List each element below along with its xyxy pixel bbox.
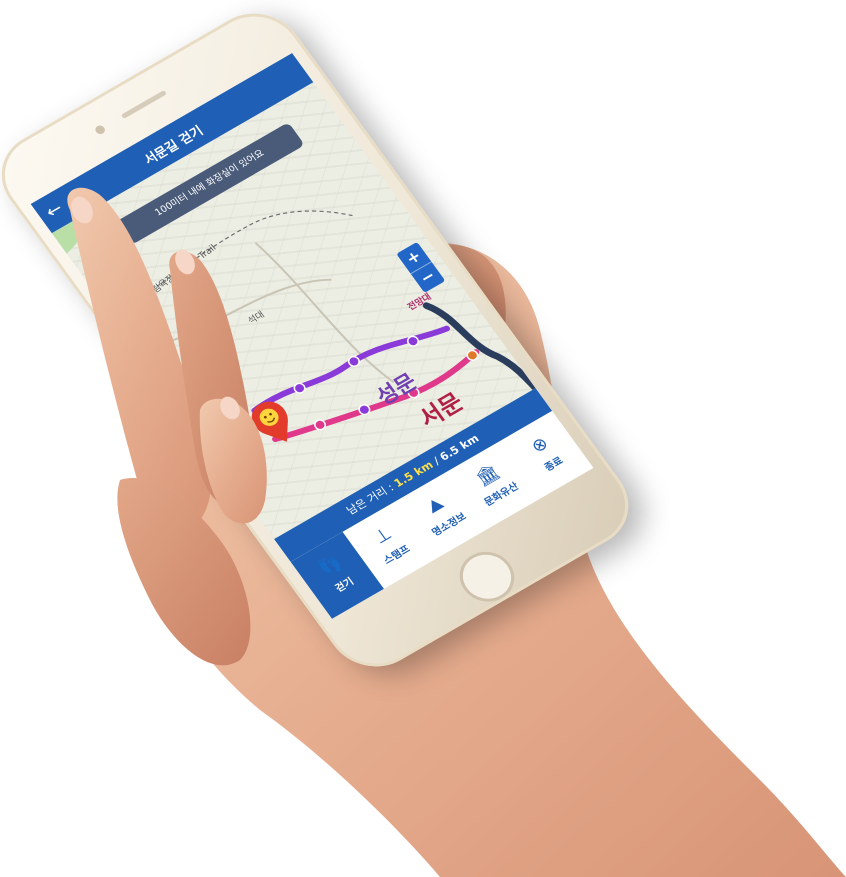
hand-fingers xyxy=(67,187,267,666)
photo-scene: ← 서문길 걷기 100미터 내에 화장실이 있어요 삼림욕장 Trail 석대… xyxy=(0,0,846,877)
